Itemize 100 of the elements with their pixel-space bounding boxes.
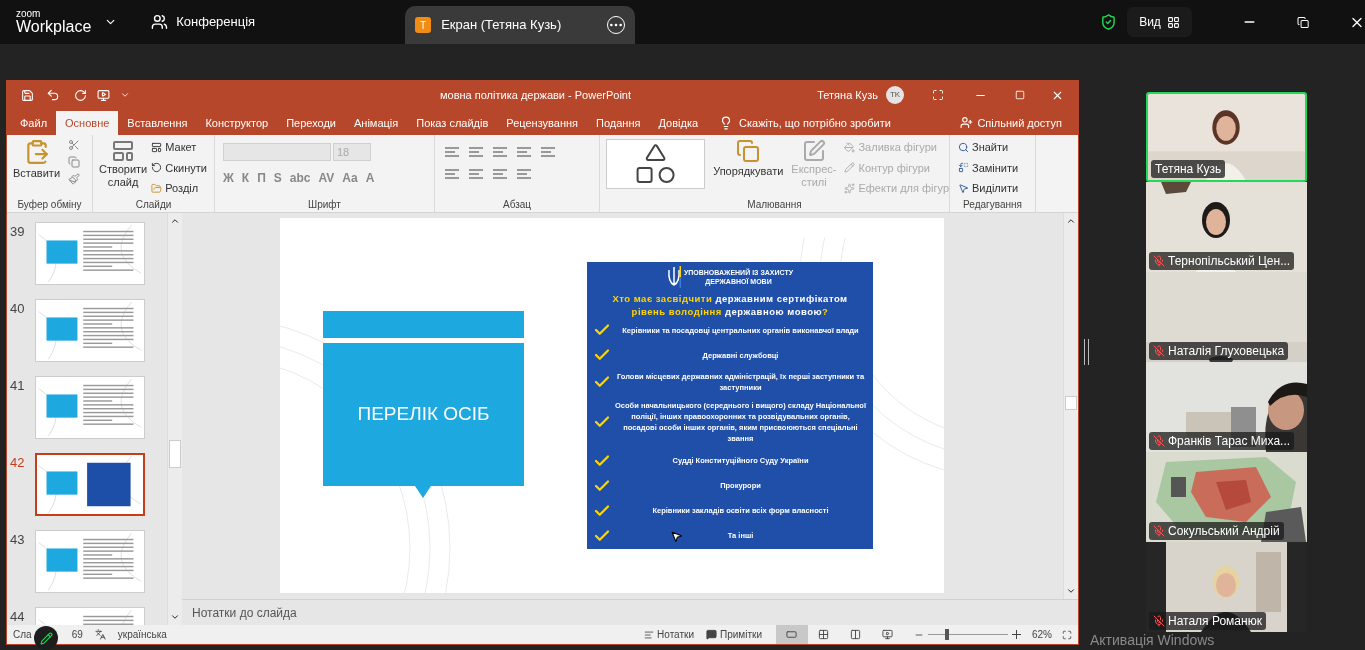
pencil-icon bbox=[844, 162, 856, 174]
save-icon[interactable] bbox=[21, 88, 34, 102]
editing-button[interactable]: Замінити bbox=[958, 159, 1035, 176]
slide-number: 44 bbox=[9, 608, 26, 625]
participant-name: Франків Тарас Миха... bbox=[1168, 433, 1291, 450]
share-button[interactable]: Спільний доступ bbox=[977, 111, 1062, 135]
ribbon-tab[interactable]: Вставлення bbox=[118, 111, 197, 135]
scroll-down-icon[interactable] bbox=[1066, 586, 1076, 596]
shield-icon[interactable] bbox=[1100, 13, 1118, 31]
paste-button[interactable]: Вставити bbox=[13, 139, 61, 197]
pen-button[interactable] bbox=[34, 626, 58, 650]
paint-bucket-icon bbox=[844, 141, 856, 153]
undo-icon[interactable] bbox=[46, 88, 60, 102]
scroll-thumb[interactable] bbox=[169, 440, 181, 468]
restore-icon[interactable] bbox=[1296, 15, 1310, 29]
comments-button[interactable]: Примітки bbox=[706, 627, 762, 642]
ribbon-tab[interactable]: Показ слайдів bbox=[407, 111, 498, 135]
language-text[interactable]: українська bbox=[117, 627, 167, 642]
section-button[interactable]: Розділ bbox=[151, 180, 207, 197]
font-format-button[interactable]: abc bbox=[289, 169, 311, 187]
font-name-field[interactable] bbox=[223, 143, 331, 161]
layout-button[interactable]: Макет bbox=[151, 139, 207, 156]
group-label: Слайди bbox=[134, 198, 173, 212]
ribbon-tab[interactable]: Анімація bbox=[345, 111, 408, 135]
shapes-gallery-icon[interactable] bbox=[606, 139, 706, 189]
pointer-icon bbox=[958, 182, 969, 194]
maximize-icon[interactable] bbox=[1015, 90, 1025, 100]
ribbon-tab[interactable]: Основне bbox=[56, 111, 119, 135]
trident-icon bbox=[666, 266, 681, 288]
ribbon-tab[interactable]: Файл bbox=[11, 111, 57, 135]
style-icon bbox=[801, 139, 826, 163]
video-tile[interactable]: Тетяна Кузь bbox=[1146, 92, 1307, 182]
slideshow-icon[interactable] bbox=[97, 88, 110, 102]
group-label: Абзац bbox=[501, 198, 533, 212]
font-format-button[interactable]: К bbox=[241, 169, 250, 187]
zoom-in-icon[interactable] bbox=[1012, 629, 1022, 640]
ribbon-display-icon[interactable] bbox=[932, 89, 944, 101]
scrollbar[interactable] bbox=[1063, 213, 1078, 599]
ribbon-tab[interactable]: Подання bbox=[587, 111, 650, 135]
resize-handle[interactable] bbox=[1084, 339, 1089, 365]
font-format-button[interactable]: AV bbox=[318, 169, 335, 187]
meeting-tab[interactable]: Конференція bbox=[176, 12, 256, 32]
editing-button[interactable]: Виділити bbox=[958, 180, 1035, 197]
logo-text: Workplace bbox=[16, 19, 93, 35]
notes-field[interactable]: Нотатки до слайда bbox=[192, 603, 297, 622]
video-tile[interactable]: Наталя Романюк bbox=[1146, 542, 1307, 632]
scroll-thumb[interactable] bbox=[1065, 396, 1077, 410]
scroll-up-icon[interactable] bbox=[170, 216, 180, 226]
user-name: Тетяна Кузь bbox=[817, 87, 878, 103]
ribbon-tab[interactable]: Довідка bbox=[649, 111, 708, 135]
tell-me-field[interactable]: Скажіть, що потрібно зробити bbox=[739, 111, 891, 135]
participants-icon bbox=[151, 13, 169, 31]
slide-number: 39 bbox=[9, 223, 26, 241]
ribbon-tab[interactable]: Рецензування bbox=[497, 111, 588, 135]
grid-view-icon bbox=[818, 629, 830, 640]
fit-icon[interactable] bbox=[1062, 629, 1072, 640]
participant-name: Наталя Романюк bbox=[1168, 613, 1262, 630]
arrange-icon bbox=[736, 139, 761, 163]
notes-button[interactable]: Нотатки bbox=[644, 627, 694, 642]
editing-button[interactable]: Знайти bbox=[958, 139, 1035, 156]
reset-button[interactable]: Скинути bbox=[151, 159, 207, 176]
logo-text: zoom bbox=[16, 9, 42, 19]
video-tile[interactable]: Франків Тарас Миха... bbox=[1146, 362, 1307, 452]
view-button[interactable]: Вид bbox=[1127, 7, 1192, 37]
spelling-icon[interactable] bbox=[94, 629, 106, 640]
new-slide-button[interactable]: Створити слайд bbox=[99, 139, 148, 197]
zoom-slider[interactable] bbox=[928, 629, 1008, 640]
font-format-button[interactable]: Ж bbox=[223, 169, 234, 187]
pencil-icon bbox=[39, 631, 53, 645]
slider-thumb[interactable] bbox=[945, 629, 950, 640]
slide-number: 42 bbox=[9, 454, 26, 472]
view-button[interactable] bbox=[776, 625, 808, 644]
slide-title: ПЕРЕЛІК ОСІБ bbox=[357, 402, 490, 427]
group-label: Редагування bbox=[962, 198, 1023, 212]
video-tile[interactable]: Сокульський Андрій bbox=[1146, 452, 1307, 542]
font-format-button[interactable]: Aa bbox=[342, 169, 358, 187]
zoom-level[interactable]: 62% bbox=[1032, 627, 1052, 642]
redo-icon[interactable] bbox=[74, 88, 87, 102]
font-format-button[interactable]: S bbox=[273, 169, 282, 187]
slide-number: 43 bbox=[9, 531, 26, 549]
ribbon-tab[interactable]: Переходи bbox=[277, 111, 345, 135]
status-text: 69 bbox=[71, 628, 83, 642]
scrollbar[interactable] bbox=[167, 213, 182, 625]
video-tile[interactable]: Тернопільський Цен... bbox=[1146, 182, 1307, 272]
customize-icon[interactable] bbox=[120, 90, 130, 100]
panel-heading: рівень володіння державною мовою? bbox=[631, 305, 829, 318]
font-format-button[interactable]: П bbox=[257, 169, 266, 187]
group-label: Малювання bbox=[746, 198, 803, 212]
share-tab[interactable]: T Екран (Тетяна Кузь) bbox=[405, 6, 636, 44]
cursor-icon bbox=[670, 530, 683, 543]
font-format-button[interactable]: A bbox=[365, 169, 375, 187]
scroll-up-icon[interactable] bbox=[1066, 216, 1076, 226]
scroll-down-icon[interactable] bbox=[170, 612, 180, 622]
cut-icon[interactable] bbox=[68, 139, 81, 151]
ribbon-tab[interactable]: Конструктор bbox=[196, 111, 278, 135]
format-painter-icon[interactable] bbox=[68, 173, 81, 185]
reset-icon bbox=[151, 162, 163, 174]
sparkles-icon bbox=[844, 182, 856, 194]
video-tile[interactable]: Наталія Глуховецька bbox=[1146, 272, 1307, 362]
arrange-button[interactable]: Упорядкувати bbox=[713, 139, 784, 197]
